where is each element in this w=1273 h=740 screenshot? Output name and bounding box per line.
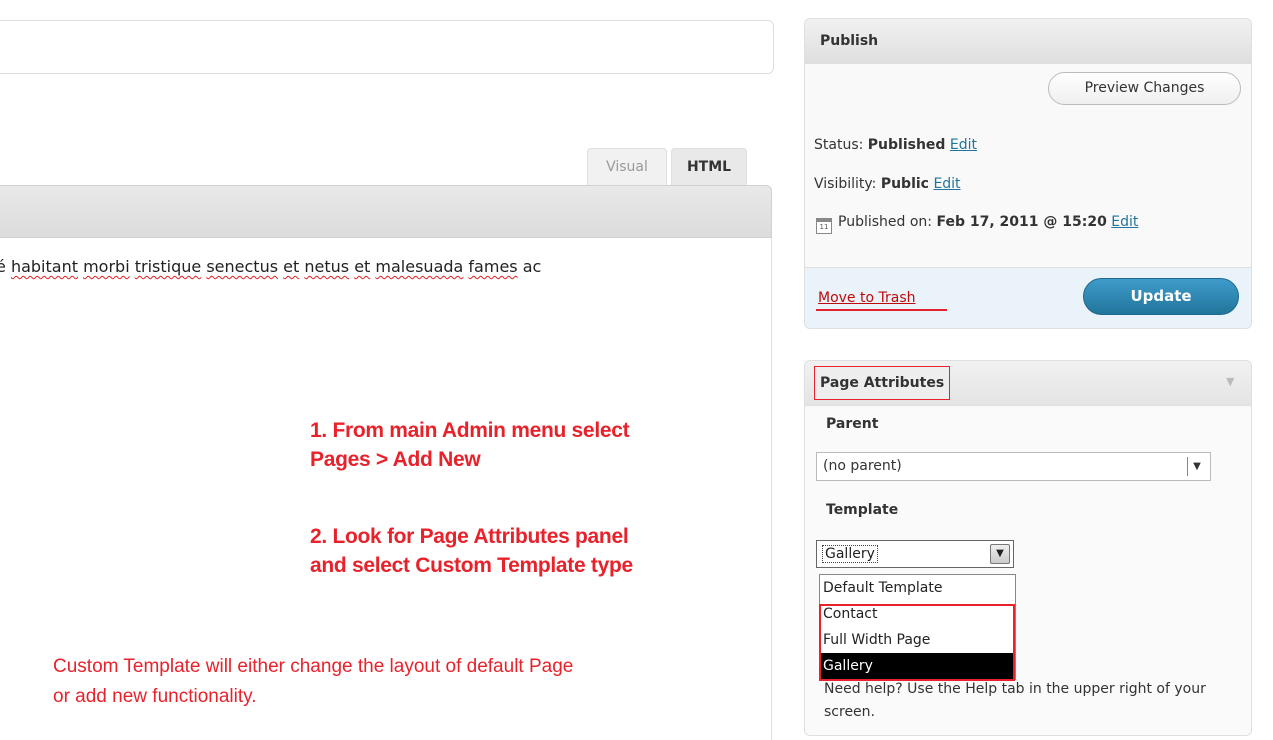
preview-changes-button[interactable]: Preview Changes: [1048, 72, 1241, 105]
template-option-default[interactable]: Default Template: [820, 575, 1015, 601]
edit-visibility-link[interactable]: Edit: [933, 176, 960, 192]
toggle-arrow-icon[interactable]: ▼: [1226, 375, 1234, 388]
edit-date-link[interactable]: Edit: [1111, 214, 1138, 230]
calendar-icon: 11: [816, 218, 832, 234]
editor-word: habitant: [10, 257, 78, 276]
status-label: Status:: [814, 137, 864, 153]
parent-label: Parent: [826, 416, 879, 432]
editor-content[interactable]: é habitant morbi tristique senectus et n…: [0, 257, 541, 276]
parent-select[interactable]: (no parent) ▼: [816, 452, 1211, 481]
editor-tabs: Visual HTML: [587, 148, 751, 185]
editor-word: tristique: [134, 257, 202, 276]
template-value: Gallery: [822, 545, 878, 563]
update-button[interactable]: Update: [1083, 278, 1239, 315]
editor-word: netus: [304, 257, 350, 276]
visibility-row: Visibility: Public Edit: [814, 176, 961, 192]
note-line: or add new functionality.: [53, 686, 257, 707]
instruction-line: Pages > Add New: [310, 448, 481, 471]
instruction-step-2: 2. Look for Page Attributes panel and se…: [310, 522, 633, 580]
tab-html[interactable]: HTML: [671, 148, 747, 185]
title-input[interactable]: [0, 20, 774, 74]
instruction-note: Custom Template will either change the l…: [53, 652, 573, 712]
status-row: Status: Published Edit: [814, 137, 977, 153]
tab-visual[interactable]: Visual: [587, 148, 667, 185]
instruction-line: 2. Look for Page Attributes panel: [310, 525, 629, 548]
template-select[interactable]: Gallery ▼: [816, 540, 1014, 568]
move-to-trash-link[interactable]: Move to Trash: [818, 290, 916, 306]
status-value: Published: [867, 137, 946, 153]
template-label: Template: [826, 502, 899, 518]
chevron-down-icon: ▼: [1187, 457, 1206, 476]
edit-status-link[interactable]: Edit: [950, 137, 977, 153]
date-label: Published on:: [838, 214, 933, 230]
publish-title: Publish: [805, 19, 1251, 64]
parent-value: (no parent): [823, 458, 902, 474]
editor-text-pre: é: [0, 257, 6, 276]
instruction-line: and select Custom Template type: [310, 554, 633, 577]
note-line: Custom Template will either change the l…: [53, 656, 574, 677]
editor-word: morbi: [83, 257, 130, 276]
editor-word: senectus: [206, 257, 279, 276]
trash-annotation-underline: [816, 309, 947, 311]
editor-word: malesuada: [375, 257, 464, 276]
editor-word: et: [354, 257, 371, 276]
date-value: Feb 17, 2011 @ 15:20: [936, 214, 1107, 230]
visibility-label: Visibility:: [814, 176, 877, 192]
chevron-down-icon[interactable]: ▼: [990, 544, 1010, 564]
page-attributes-title: Page Attributes: [814, 366, 951, 400]
visibility-value: Public: [880, 176, 929, 192]
instruction-line: 1. From main Admin menu select: [310, 419, 630, 442]
editor-toolbar: [0, 185, 772, 238]
publish-date-row: 11 Published on: Feb 17, 2011 @ 15:20 Edi…: [816, 214, 1138, 234]
instruction-step-1: 1. From main Admin menu select Pages > A…: [310, 416, 630, 474]
help-text: Need help? Use the Help tab in the upper…: [824, 681, 1206, 720]
editor-word: fames: [468, 257, 518, 276]
custom-templates-annotation: [819, 604, 1015, 681]
editor-text-post: ac: [522, 257, 542, 276]
editor-word: et: [283, 257, 300, 276]
